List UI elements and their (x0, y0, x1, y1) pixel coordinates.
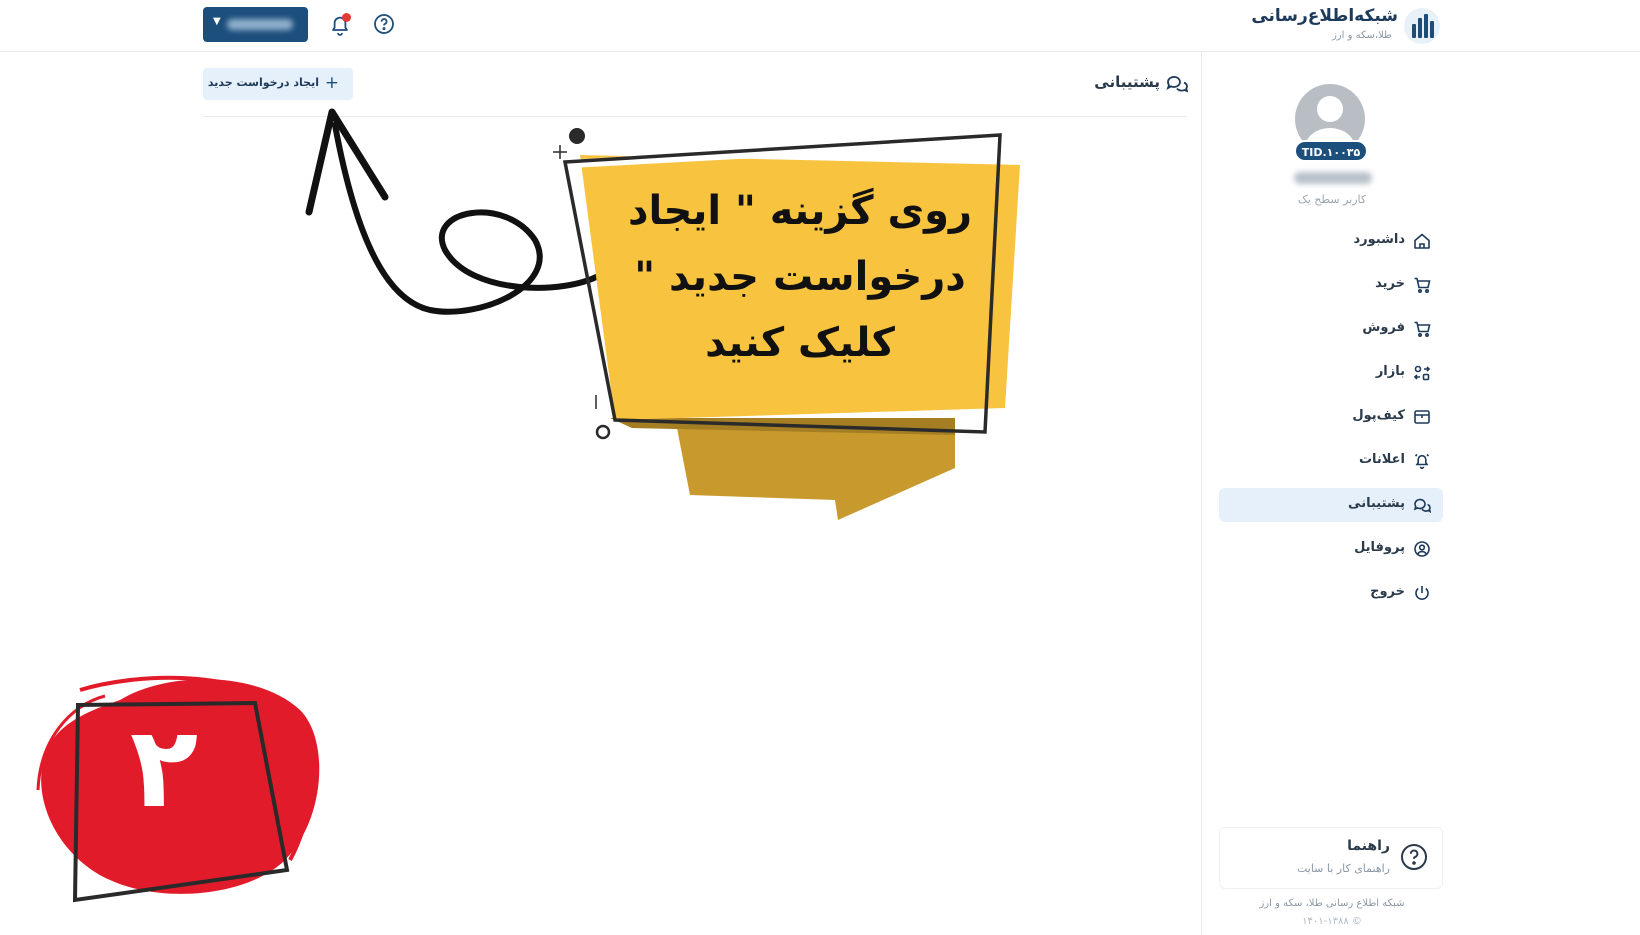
cart-icon (1414, 321, 1431, 338)
exchange-icon (1413, 365, 1431, 381)
top-bar: شبکه‌اطلاع‌رسانی طلا،سکه و ارز ▼ (0, 0, 1640, 52)
user-circle-icon (1414, 541, 1430, 557)
page-title-text: پشتیبانی (1094, 73, 1160, 91)
callout-line: درخواست جدید " (634, 254, 966, 300)
guide-subtitle: راهنمای کار با سایت (1296, 862, 1390, 875)
help-circle-icon (1401, 844, 1427, 870)
notification-bell-icon[interactable] (327, 12, 353, 38)
callout-banner-text: روی گزینه " ایجاد درخواست جدید " کلیک کن… (610, 178, 990, 376)
sidebar-item-buy[interactable]: خرید (1219, 268, 1443, 302)
user-tid-badge: TID.۱۰۰۳۵ (1294, 140, 1368, 162)
sidebar-item-market[interactable]: بازار (1219, 356, 1443, 390)
sidebar-item-wallet[interactable]: کیف‌پول (1219, 400, 1443, 434)
chevron-down-icon: ▼ (213, 16, 221, 27)
sidebar-item-label: فروش (1362, 320, 1405, 335)
brand-name: شبکه‌اطلاع‌رسانی (1251, 6, 1398, 26)
sidebar-item-notifications[interactable]: اعلانات (1219, 444, 1443, 478)
sidebar-item-label: داشبورد (1353, 232, 1405, 247)
sidebar-item-label: پروفایل (1354, 540, 1405, 555)
sidebar-item-label: خروج (1370, 584, 1405, 599)
user-level: کاربر سطح یک (1297, 193, 1367, 206)
callout-line: روی گزینه " ایجاد (627, 188, 973, 234)
wallet-icon (1414, 410, 1430, 424)
sidebar-item-profile[interactable]: پروفایل (1219, 532, 1443, 566)
help-icon[interactable] (373, 13, 395, 35)
notification-dot (342, 13, 351, 22)
arrow-icon (305, 108, 603, 315)
sidebar: TID.۱۰۰۳۵ کاربر سطح یک داشبورد خرید فروش… (1201, 52, 1640, 935)
username-blurred (1294, 172, 1372, 184)
divider (203, 116, 1187, 117)
page-title: پشتیبانی (1080, 70, 1188, 98)
bell-icon (1414, 453, 1430, 470)
sidebar-nav: داشبورد خرید فروش بازار کیف‌پول اعلانات … (1219, 224, 1443, 620)
footer-copyright: © ۱۴۰۱-۱۳۸۸ (1302, 916, 1362, 927)
home-icon (1414, 233, 1430, 249)
chat-icon (1413, 498, 1431, 514)
footer-text: شبکه اطلاع رسانی طلا، سکه و ارز (1259, 898, 1405, 909)
sidebar-item-label: بازار (1375, 364, 1405, 379)
sidebar-item-support[interactable]: پشتیبانی (1219, 488, 1443, 522)
brand-subtitle: طلا،سکه و ارز (1331, 30, 1392, 41)
brand-logo-icon (1404, 8, 1440, 44)
power-icon (1415, 586, 1429, 600)
sidebar-item-label: خرید (1375, 276, 1405, 291)
username-blurred (227, 19, 293, 30)
sidebar-item-logout[interactable]: خروج (1219, 576, 1443, 610)
cart-icon (1414, 277, 1431, 294)
callout-line: کلیک کنید (705, 320, 895, 366)
brand-logo-link[interactable]: شبکه‌اطلاع‌رسانی طلا،سکه و ارز (1251, 4, 1440, 48)
sidebar-item-dashboard[interactable]: داشبورد (1219, 224, 1443, 258)
plus-icon: + (324, 73, 339, 93)
sidebar-item-label: پشتیبانی (1348, 496, 1405, 511)
guide-card[interactable]: راهنما راهنمای کار با سایت (1219, 827, 1443, 889)
sidebar-item-label: کیف‌پول (1352, 408, 1405, 423)
chat-icon (1166, 76, 1188, 93)
user-menu-button[interactable]: ▼ (203, 7, 308, 42)
sidebar-item-sell[interactable]: فروش (1219, 312, 1443, 346)
sidebar-item-label: اعلانات (1358, 452, 1405, 467)
new-request-button[interactable]: + ایجاد درخواست جدید (203, 68, 353, 100)
new-request-label: ایجاد درخواست جدید (207, 76, 319, 89)
step-number: ۲ (129, 703, 199, 833)
guide-title: راهنما (1347, 838, 1390, 854)
